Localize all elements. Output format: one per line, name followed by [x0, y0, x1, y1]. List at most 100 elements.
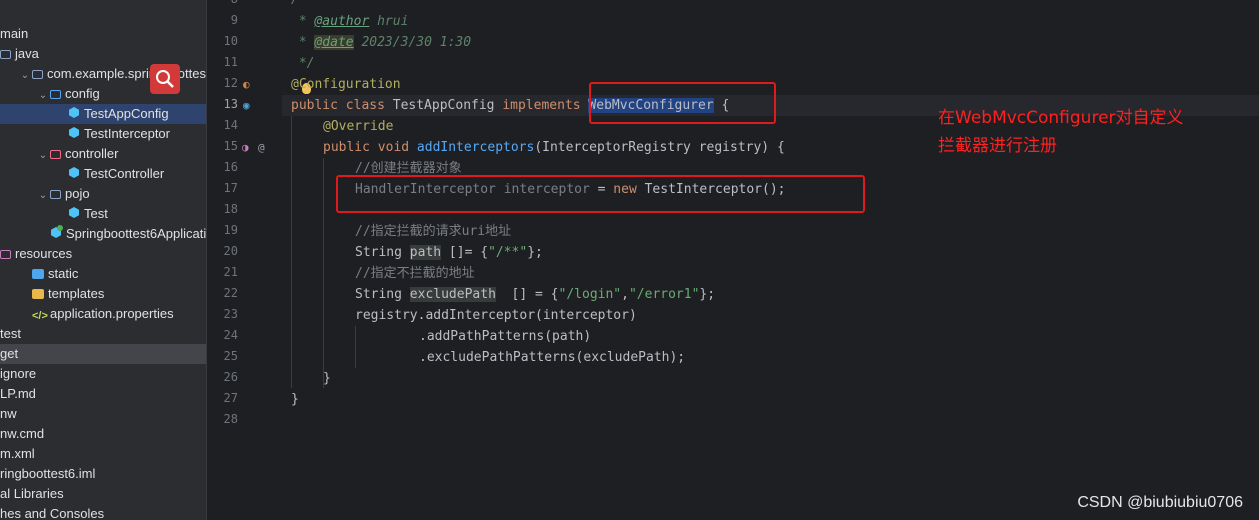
- tree-item-controller[interactable]: ⌄ controller: [0, 144, 206, 164]
- tree-item-main[interactable]: main: [0, 24, 206, 44]
- search-icon[interactable]: [150, 64, 180, 94]
- tree-item-label: TestInterceptor: [84, 126, 170, 141]
- spring-bean-icon[interactable]: ◐: [243, 74, 250, 95]
- line-number: 22: [223, 286, 238, 300]
- tree-item-label: TestAppConfig: [84, 106, 169, 121]
- annotation-note-line2: 拦截器进行注册: [938, 136, 1057, 156]
- chevron-down-icon[interactable]: ⌄: [36, 86, 50, 106]
- tree-item-lp-md[interactable]: LP.md: [0, 384, 206, 404]
- line-number: 10: [223, 34, 238, 48]
- tree-item-static[interactable]: static: [0, 264, 206, 284]
- tree-item-label: test: [0, 326, 21, 341]
- tree-item-label: TestController: [84, 166, 165, 181]
- project-tool-window: main java ⌄ com.example.springboottest6 ⌄ con…: [0, 0, 206, 520]
- folder-icon: [50, 190, 61, 199]
- line-number: 18: [223, 202, 238, 216]
- code-line-15: public void addInterceptors(InterceptorR…: [323, 140, 785, 155]
- code-editor[interactable]: /** * @author hrui * @date 2023/3/30 1:3…: [282, 0, 1259, 520]
- java-class-icon: [68, 167, 80, 179]
- code-line-9: * @author hrui: [291, 14, 409, 29]
- tree-item-java[interactable]: java: [0, 44, 206, 64]
- code-line-27: }: [291, 392, 299, 407]
- line-number: 20: [223, 244, 238, 258]
- indent-guide: [323, 158, 324, 388]
- line-number: 23: [223, 307, 238, 321]
- java-class-icon: [68, 107, 80, 119]
- chevron-down-icon[interactable]: ⌄: [18, 66, 32, 86]
- code-line-20: String path []= {"/**"};: [355, 245, 543, 260]
- magnifier-icon: [156, 70, 174, 88]
- tree-item-application-properties[interactable]: </> application.properties: [0, 304, 206, 324]
- tree-item-nw[interactable]: nw: [0, 404, 206, 424]
- highlight-box-webmvcconfigurer: [589, 82, 776, 124]
- folder-icon: [32, 269, 44, 279]
- line-number: 9: [230, 13, 238, 27]
- line-number: 15: [223, 139, 238, 153]
- tree-item-label: ringboottest6.iml: [0, 466, 96, 481]
- code-line-10: * @date 2023/3/30 1:30: [291, 35, 472, 50]
- folder-icon: [50, 90, 61, 99]
- tree-item-label: com.example.springboottest6: [47, 66, 206, 81]
- tree-item-m-xml[interactable]: m.xml: [0, 444, 206, 464]
- line-number: 14: [223, 118, 238, 132]
- tree-item-label: Springboottest6Application: [66, 226, 206, 241]
- line-number: 25: [223, 349, 238, 363]
- tree-item-testappconfig[interactable]: TestAppConfig: [0, 104, 206, 124]
- line-number: 12: [223, 76, 238, 90]
- line-number: 19: [223, 223, 238, 237]
- tree-item-templates[interactable]: templates: [0, 284, 206, 304]
- spring-app-class-icon: [50, 225, 63, 239]
- tree-item-testcontroller[interactable]: TestController: [0, 164, 206, 184]
- tree-item-test[interactable]: Test: [0, 204, 206, 224]
- code-line-25: .excludePathPatterns(excludePath);: [419, 350, 686, 365]
- indent-guide: [291, 116, 292, 388]
- annotation-note: 在WebMvcConfigurer对自定义 拦截器进行注册: [938, 104, 1184, 160]
- chevron-down-icon[interactable]: ⌄: [36, 146, 50, 166]
- tree-item-nw-cmd[interactable]: nw.cmd: [0, 424, 206, 444]
- line-number: 27: [223, 391, 238, 405]
- highlight-box-interceptor: [336, 175, 865, 213]
- java-class-icon: [68, 207, 80, 219]
- tree-item-test[interactable]: test: [0, 324, 206, 344]
- tree-item-label: nw: [0, 406, 17, 421]
- code-line-19: //指定拦截的请求uri地址: [355, 224, 512, 239]
- tree-item-label: hes and Consoles: [0, 506, 105, 520]
- tree-item-label: controller: [65, 146, 119, 161]
- tree-item-label: pojo: [65, 186, 90, 201]
- java-class-icon: [68, 127, 80, 139]
- tree-item-label: LP.md: [0, 386, 36, 401]
- tree-item-testinterceptor[interactable]: TestInterceptor: [0, 124, 206, 144]
- override-icon[interactable]: ◑: [242, 137, 249, 158]
- line-number: 13: [223, 97, 238, 111]
- implements-icon[interactable]: ◉: [243, 95, 250, 116]
- tree-item-label: m.xml: [0, 446, 35, 461]
- tree-item-al-libraries[interactable]: al Libraries: [0, 484, 206, 504]
- tree-item-label: get: [0, 346, 19, 361]
- code-line-22: String excludePath [] = {"/login","/erro…: [355, 287, 716, 302]
- tree-item-pojo[interactable]: ⌄ pojo: [0, 184, 206, 204]
- tree-item-springboottest6application[interactable]: Springboottest6Application: [0, 224, 206, 244]
- tree-item-resources[interactable]: resources: [0, 244, 206, 264]
- line-number: 28: [223, 412, 238, 426]
- tree-item-hes-and-consoles[interactable]: hes and Consoles: [0, 504, 206, 520]
- folder-icon: [0, 50, 11, 59]
- tree-item-label: application.properties: [50, 306, 174, 321]
- code-line-12: @Configuration: [291, 77, 401, 92]
- tree-item-get[interactable]: get: [0, 344, 206, 364]
- tree-item-ignore[interactable]: ignore: [0, 364, 206, 384]
- line-number: 11: [223, 55, 238, 69]
- annotation-icon[interactable]: @: [258, 137, 265, 158]
- tree-item-label: ignore: [0, 366, 37, 381]
- line-number: 8: [216, 0, 238, 10]
- panel-splitter[interactable]: [206, 0, 216, 520]
- tree-item-label: templates: [48, 286, 105, 301]
- code-line-23: registry.addInterceptor(interceptor): [355, 308, 637, 323]
- tree-item-label: resources: [15, 246, 73, 261]
- line-number: 17: [223, 181, 238, 195]
- tree-item-label: java: [15, 46, 39, 61]
- annotation-note-line1: 在WebMvcConfigurer对自定义: [938, 108, 1184, 128]
- indent-guide: [355, 326, 356, 368]
- code-line-21: //指定不拦截的地址: [355, 266, 475, 281]
- chevron-down-icon[interactable]: ⌄: [36, 186, 50, 206]
- tree-item-ringboottest6-iml[interactable]: ringboottest6.iml: [0, 464, 206, 484]
